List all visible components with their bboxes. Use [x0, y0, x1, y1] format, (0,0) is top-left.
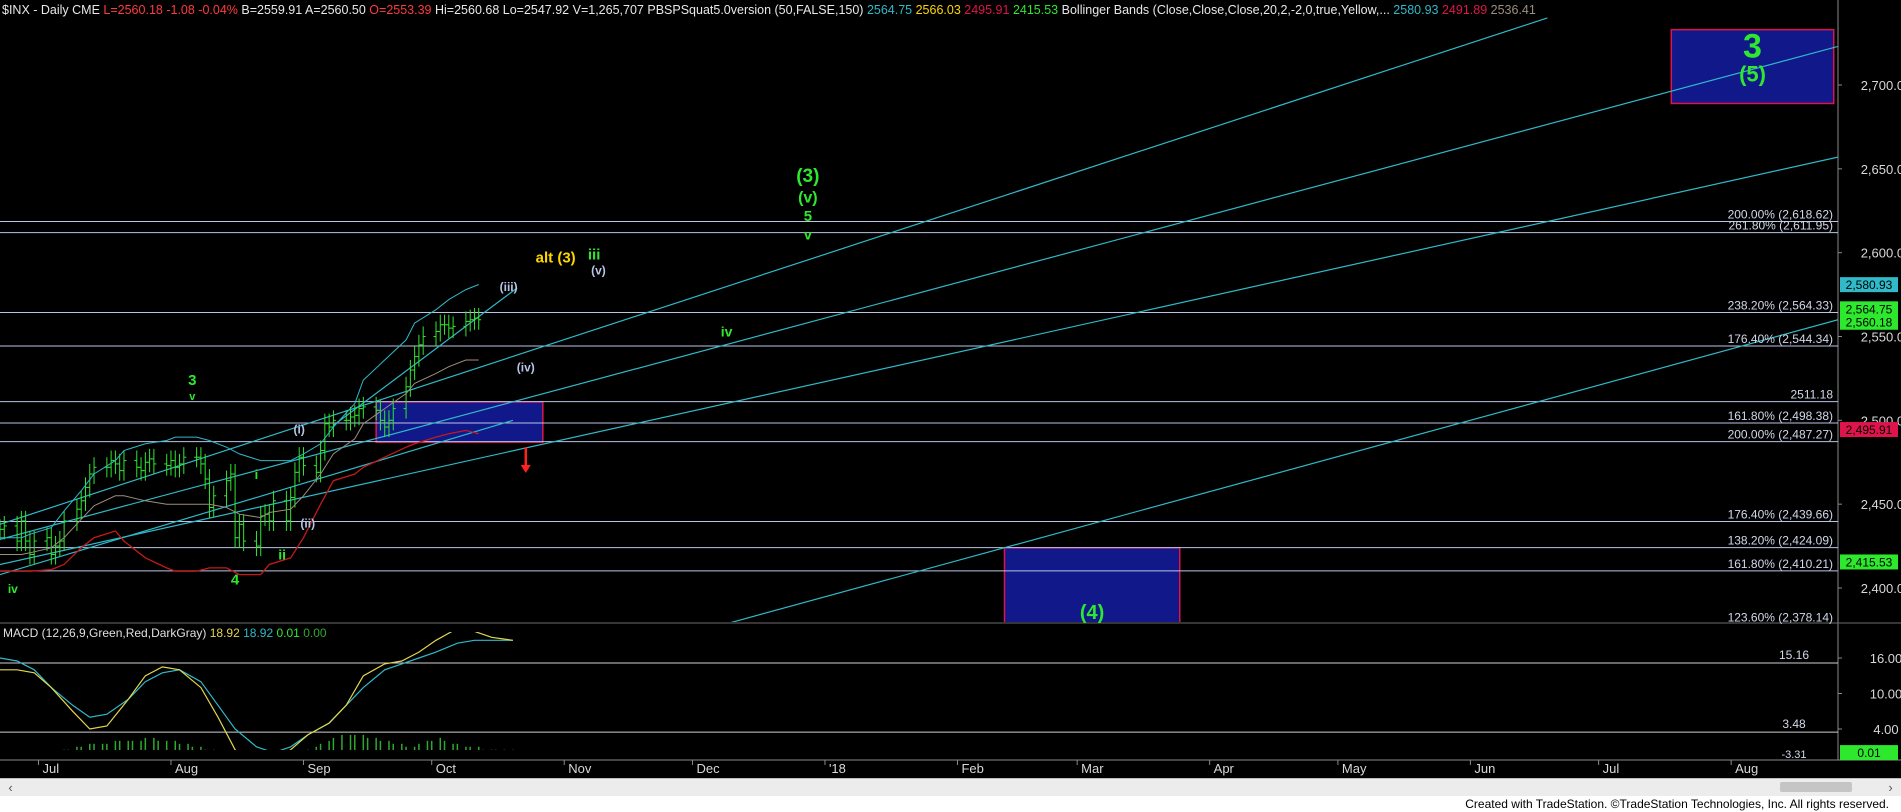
price-axis-label: 2,450.00 — [1861, 497, 1901, 512]
header-study2-name: Bollinger Bands (Close,Close,Close,20,2,… — [1062, 3, 1394, 17]
header-bid: B=2559.91 — [241, 3, 305, 17]
time-axis-label: Jun — [1474, 761, 1495, 776]
time-axis-label: Oct — [436, 761, 457, 776]
wave-label: v — [189, 391, 196, 403]
wave-label: (v) — [591, 263, 606, 277]
time-axis-label: May — [1342, 761, 1367, 776]
time-axis-label: Mar — [1081, 761, 1104, 776]
header-study2-value: 2536.41 — [1491, 3, 1536, 17]
header-study1-value: 2495.91 — [964, 3, 1013, 17]
header-open: O=2553.39 — [369, 3, 435, 17]
footer: Created with TradeStation. ©TradeStation… — [0, 796, 1901, 812]
fib-level-label: 161.80% (2,410.21) — [1728, 557, 1833, 571]
wave-label: v — [804, 226, 812, 242]
header-low: Lo=2547.92 — [503, 3, 573, 17]
wave-label: iii — [588, 246, 601, 263]
price-badge-text: 2,415.53 — [1846, 555, 1893, 569]
wave-label: (iii) — [500, 280, 518, 294]
time-axis-label: Jul — [42, 761, 59, 776]
macd-legend-title: MACD (12,26,9,Green,Red,DarkGray) — [3, 626, 210, 640]
time-axis-label: Apr — [1214, 761, 1235, 776]
price-axis-label: 2,550.00 — [1861, 330, 1901, 345]
price-axis-label: 2,600.00 — [1861, 246, 1901, 261]
wave-label: ii — [278, 546, 286, 562]
fib-level-label: 161.80% (2,498.38) — [1728, 409, 1833, 423]
wave-label: 4 — [231, 572, 240, 589]
macd-legend: MACD (12,26,9,Green,Red,DarkGray) 18.92 … — [3, 626, 327, 640]
target-box-label: (4) — [1080, 602, 1104, 624]
macd-badge-text: 0.01 — [1857, 746, 1881, 760]
fib-level-label: 123.60% (2,378.14) — [1728, 611, 1833, 625]
header-bar: $INX - Daily CME L=2560.18 -1.08 -0.04% … — [2, 3, 1536, 17]
macd-partial-label: -3.31 — [1781, 749, 1806, 761]
wave-label: (3) — [796, 166, 819, 187]
fib-level-label: 138.20% (2,424.09) — [1728, 534, 1833, 548]
wave-label: iv — [8, 582, 18, 596]
scroll-right-icon[interactable]: › — [1882, 779, 1899, 796]
wave-label: 3 — [188, 372, 196, 389]
macd-level-label: 15.16 — [1779, 648, 1809, 662]
header-exchange: CME — [72, 3, 103, 17]
macd-legend-value: 18.92 — [210, 626, 243, 640]
header-volume: V=1,265,707 — [573, 3, 648, 17]
macd-legend-value: 0.00 — [303, 626, 327, 640]
chart-background — [0, 0, 1901, 778]
header-high: Hi=2560.68 — [435, 3, 503, 17]
fib-level-label: 261.80% (2,611.95) — [1728, 219, 1833, 233]
header-last: L=2560.18 — [103, 3, 166, 17]
header-study2-value: 2580.93 — [1393, 3, 1442, 17]
price-badge-text: 2,580.93 — [1846, 278, 1893, 292]
time-axis-label: Jul — [1603, 761, 1620, 776]
chart-window: 200.00% (2,618.62) 261.80% (2,611.95) 238.… — [0, 0, 1901, 812]
header-study2-value: 2491.89 — [1442, 3, 1491, 17]
price-axis-label: 2,700.00 — [1861, 78, 1901, 93]
header-symbol: $INX - Daily — [2, 3, 72, 17]
fib-level-label: 176.40% (2,544.34) — [1728, 332, 1833, 346]
price-axis-label: 2,650.00 — [1861, 162, 1901, 177]
header-study1-value: 2415.53 — [1013, 3, 1062, 17]
time-axis-label: Aug — [175, 761, 198, 776]
price-axis-label: 2,400.00 — [1861, 581, 1901, 596]
price-badge-text: 2,495.91 — [1846, 423, 1893, 437]
chart-canvas[interactable]: 200.00% (2,618.62)261.80% (2,611.95)238.… — [0, 0, 1901, 778]
header-change-pct: -0.04% — [198, 3, 241, 17]
horizontal-scrollbar[interactable]: ‹ › — [0, 778, 1901, 796]
macd-axis-label: 10.00 — [1870, 687, 1901, 702]
macd-axis-label: 16.00 — [1870, 651, 1901, 666]
macd-axis-label: 4.00 — [1873, 722, 1898, 737]
header-ask: A=2560.50 — [305, 3, 369, 17]
wave-label: (ii) — [300, 517, 315, 531]
price-badge-text: 2,564.75 — [1846, 302, 1893, 316]
header-study1-value: 2566.03 — [916, 3, 965, 17]
header-study1-value: 2564.75 — [867, 3, 916, 17]
wave-label: (iv) — [517, 361, 535, 375]
time-axis-label: Dec — [696, 761, 720, 776]
fib-level-label: 176.40% (2,439.66) — [1728, 508, 1833, 522]
macd-level-label: 3.48 — [1782, 717, 1806, 731]
macd-legend-value: 18.92 — [243, 626, 276, 640]
target-box-label: (5) — [1739, 62, 1766, 87]
scroll-thumb[interactable] — [1780, 782, 1852, 792]
fib-level-label: 200.00% (2,487.27) — [1728, 428, 1833, 442]
fib-level-label: 238.20% (2,564.33) — [1728, 298, 1833, 312]
time-axis-label: Sep — [307, 761, 330, 776]
time-axis-label: Nov — [568, 761, 592, 776]
target-box-label: 3 — [1743, 28, 1762, 66]
wave-label: alt (3) — [536, 250, 576, 267]
wave-label: (i) — [294, 423, 305, 437]
time-axis-label: '18 — [829, 761, 846, 776]
fib-level-label: 2511.18 — [1791, 388, 1834, 402]
header-change: -1.08 — [166, 3, 198, 17]
header-study1-name: PBSPSquat5.0version (50,FALSE,150) — [647, 3, 867, 17]
time-axis-label: Aug — [1735, 761, 1758, 776]
footer-credit: Created with TradeStation. ©TradeStation… — [1465, 797, 1889, 811]
time-axis-label: Feb — [961, 761, 983, 776]
wave-label: iv — [721, 324, 733, 340]
wave-label: 5 — [804, 208, 812, 225]
price-badge-text: 2,560.18 — [1846, 316, 1893, 330]
macd-legend-value: 0.01 — [277, 626, 304, 640]
scroll-left-icon[interactable]: ‹ — [2, 779, 19, 796]
wave-label: (v) — [798, 189, 818, 206]
wave-label: i — [255, 467, 259, 482]
